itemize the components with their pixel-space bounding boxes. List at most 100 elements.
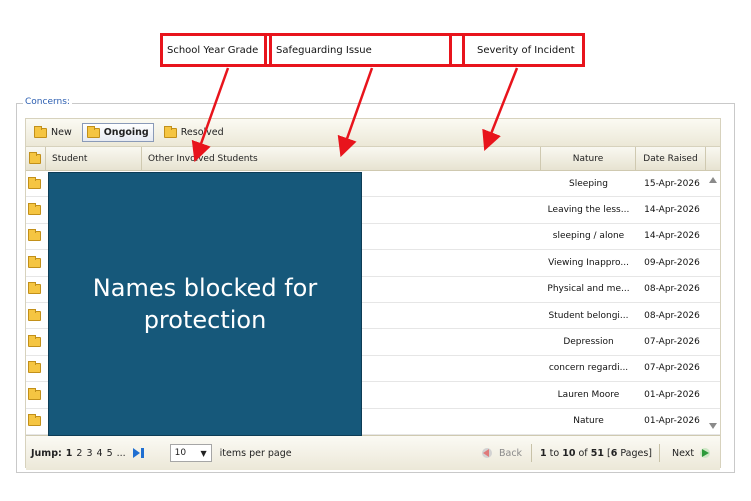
column-header-date-raised[interactable]: Date Raised — [636, 147, 706, 170]
row-icon-cell — [26, 361, 46, 374]
row-icon-cell — [26, 176, 46, 189]
nature-cell: Nature — [573, 416, 604, 427]
toolbar: New Ongoing Resolved — [26, 119, 720, 147]
date-raised-cell: 08-Apr-2026 — [644, 284, 700, 295]
callout-label: Safeguarding Issue — [276, 44, 372, 56]
row-icon-cell — [26, 282, 46, 295]
page-link[interactable]: 4 — [97, 448, 103, 459]
vertical-scrollbar[interactable] — [706, 171, 720, 435]
ongoing-button[interactable]: Ongoing — [81, 123, 154, 142]
date-raised-cell: 09-Apr-2026 — [644, 257, 700, 268]
nature-cell: Lauren Moore — [557, 389, 620, 400]
ongoing-label: Ongoing — [103, 127, 149, 138]
next-label: Next — [672, 447, 695, 459]
page-range: 1 to 10 of 51 [6 Pages] — [540, 448, 652, 459]
column-header-other-students[interactable]: Other Involved Students — [142, 147, 541, 170]
row-icon-cell — [26, 387, 46, 400]
callout-label: Severity of Incident — [477, 44, 575, 56]
page-size-select[interactable]: 10 ▼ — [169, 444, 212, 462]
folder-icon — [29, 151, 41, 164]
folder-icon — [27, 203, 41, 216]
folder-icon — [27, 255, 41, 268]
folder-icon — [34, 125, 47, 138]
range-to-word: to — [549, 447, 560, 459]
chevron-down-icon: ▼ — [200, 448, 207, 458]
names-blocked-overlay: Names blocked for protection — [48, 172, 362, 436]
nature-cell: sleeping / alone — [552, 231, 625, 242]
next-button[interactable]: Next — [672, 447, 711, 459]
nature-cell: Depression — [563, 337, 614, 348]
overlay-line-1: Names blocked for — [92, 273, 318, 302]
page-count: [6 Pages] — [606, 447, 653, 459]
items-per-page-label: items per page — [219, 447, 292, 459]
scroll-down-icon — [709, 423, 717, 429]
range-total: 51 — [590, 447, 604, 459]
folder-icon — [27, 229, 41, 242]
nature-cell: Sleeping — [569, 178, 608, 189]
folder-icon — [27, 308, 41, 321]
page-link[interactable]: 3 — [86, 448, 92, 459]
column-label: Student — [52, 153, 88, 164]
date-raised-cell: 14-Apr-2026 — [644, 205, 700, 216]
folder-icon — [27, 335, 41, 348]
last-page-icon[interactable] — [132, 446, 146, 460]
nature-cell: Physical and me... — [547, 284, 630, 295]
date-raised-cell: 14-Apr-2026 — [644, 231, 700, 242]
divider — [659, 444, 660, 462]
divider — [531, 444, 532, 462]
column-header-nature[interactable]: Nature — [541, 147, 636, 170]
grid-header: Student Other Involved Students Nature D… — [26, 147, 720, 171]
page-link[interactable]: 2 — [76, 448, 82, 459]
callout-label: School Year Grade — [167, 44, 259, 56]
nature-cell: Student belongi... — [548, 310, 629, 321]
row-icon-cell — [26, 203, 46, 216]
scroll-arrows — [709, 177, 717, 429]
next-arrow-icon — [700, 448, 711, 458]
resolved-label: Resolved — [180, 127, 224, 138]
folder-icon — [27, 176, 41, 189]
callout-school-year-grade: School Year Grade — [160, 33, 267, 67]
pager-bar: Jump: 1 2 3 4 5 ... 10 ▼ items per page … — [26, 435, 720, 470]
back-arrow-icon — [482, 448, 492, 458]
folder-icon — [27, 387, 41, 400]
row-icon-cell — [26, 255, 46, 268]
folder-icon — [163, 125, 177, 138]
date-raised-cell: 01-Apr-2026 — [644, 389, 700, 400]
column-header-student[interactable]: Student — [46, 147, 142, 170]
nature-cell: concern regardi... — [548, 363, 629, 374]
column-label: Other Involved Students — [148, 153, 258, 164]
page-ellipsis[interactable]: ... — [117, 448, 126, 459]
page-count-number: 6 — [610, 447, 618, 459]
back-label: Back — [499, 447, 523, 459]
new-label: New — [51, 127, 72, 138]
column-label: Nature — [572, 153, 604, 164]
back-button[interactable]: Back — [481, 447, 522, 459]
date-raised-cell: 07-Apr-2026 — [644, 337, 700, 348]
range-of-word: of — [578, 447, 588, 459]
pages-word: Pages — [620, 447, 649, 459]
folder-icon — [27, 282, 41, 295]
page-link[interactable]: 5 — [107, 448, 113, 459]
row-icon-cell — [26, 308, 46, 321]
nature-cell: Viewing Inappro... — [548, 257, 629, 268]
callout-safeguarding-issue: Safeguarding Issue — [269, 33, 452, 67]
resolved-button[interactable]: Resolved — [160, 123, 228, 142]
date-raised-cell: 08-Apr-2026 — [644, 310, 700, 321]
page-size-value: 10 — [174, 448, 187, 458]
range-to: 10 — [562, 447, 576, 459]
new-button[interactable]: New — [30, 123, 76, 142]
page-current: 1 — [65, 447, 73, 459]
header-icon-cell — [26, 147, 46, 170]
folder-icon — [86, 125, 100, 138]
row-icon-cell — [26, 414, 46, 427]
folder-icon — [27, 361, 41, 374]
date-raised-cell: 01-Apr-2026 — [644, 416, 700, 427]
row-icon-cell — [26, 335, 46, 348]
overlay-line-2: protection — [143, 306, 267, 334]
nature-cell: Leaving the less... — [547, 205, 630, 216]
row-icon-cell — [26, 229, 46, 242]
range-from: 1 — [540, 447, 547, 459]
jump-label: Jump: — [31, 447, 62, 459]
column-label: Date Raised — [643, 153, 698, 164]
panel-legend: Concerns: — [23, 97, 72, 107]
